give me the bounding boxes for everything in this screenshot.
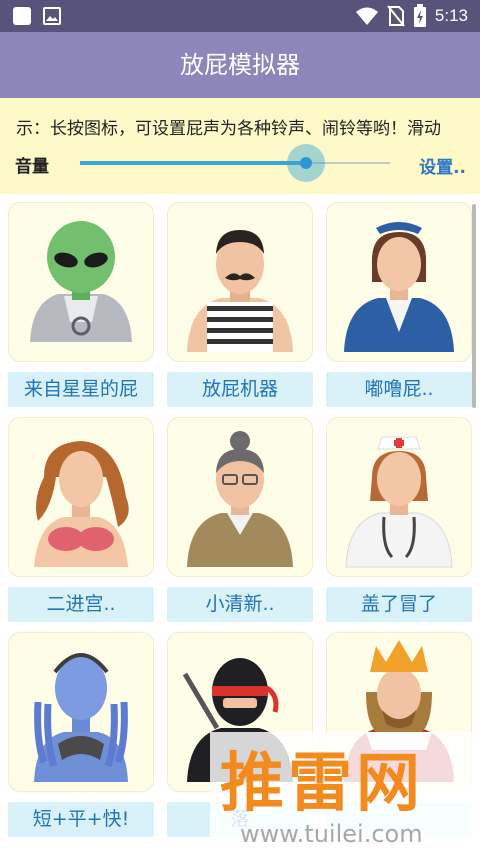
watermark: 推雷网 www.tuilei.com [210,732,480,853]
app-title-bar: 放屁模拟器 [0,32,480,98]
old-lady-avatar-icon [187,431,293,567]
sound-card[interactable] [8,202,154,362]
sound-item[interactable]: 盖了冒了 [326,417,472,622]
notice-marquee: 示：长按图标，可设置屁声为各种铃声、闹铃等哟！滑动 [16,119,441,139]
watermark-url: www.tuilei.com [240,820,423,848]
wifi-icon [355,7,378,25]
sound-card[interactable] [167,202,313,362]
alien-avatar-icon [30,221,132,342]
sound-card[interactable] [8,417,154,577]
sound-label: 二进宫.. [8,587,154,622]
control-panel: 示：长按图标，可设置屁声为各种铃声、闹铃等哟！滑动 音量 设置.. [0,98,480,194]
sound-label: 短+平+快! [8,802,154,837]
clock: 5:13 [434,6,468,25]
sound-card[interactable] [8,632,154,792]
sound-item[interactable]: 放屁机器 [167,202,313,407]
sound-item[interactable]: 短+平+快! [8,632,154,837]
battery-charging-icon [413,4,426,27]
sound-item[interactable]: 嘟噜屁.. [326,202,472,407]
notification-square-icon [13,7,31,25]
slider-thumb[interactable] [300,157,312,169]
sound-card[interactable] [326,202,472,362]
flight-attendant-avatar-icon [344,222,454,352]
settings-button[interactable]: 设置.. [419,153,466,178]
image-icon [43,7,61,25]
nurse-avatar-icon [345,436,453,568]
sound-label: 放屁机器 [167,372,313,407]
sound-label: 盖了冒了 [326,587,472,622]
sound-item[interactable]: 来自星星的屁 [8,202,154,407]
sound-label: 小清新.. [167,587,313,622]
mustache-man-avatar-icon [187,230,293,352]
alien-woman-avatar-icon [34,653,128,782]
app-title: 放屁模拟器 [180,51,300,79]
sound-item[interactable]: 小清新.. [167,417,313,622]
mermaid-avatar-icon [34,441,129,567]
volume-slider[interactable] [80,144,390,182]
volume-label: 音量 [15,157,49,177]
status-bar: 5:13 [0,0,480,32]
watermark-brand: 推雷网 [220,747,424,821]
sound-label: 来自星星的屁 [8,372,154,407]
sound-card[interactable] [167,417,313,577]
scrollbar[interactable] [472,204,476,408]
slider-fill [80,161,306,165]
sound-item[interactable]: 二进宫.. [8,417,154,622]
sound-label: 嘟噜屁.. [326,372,472,407]
no-sim-icon [387,5,405,27]
sound-card[interactable] [326,417,472,577]
